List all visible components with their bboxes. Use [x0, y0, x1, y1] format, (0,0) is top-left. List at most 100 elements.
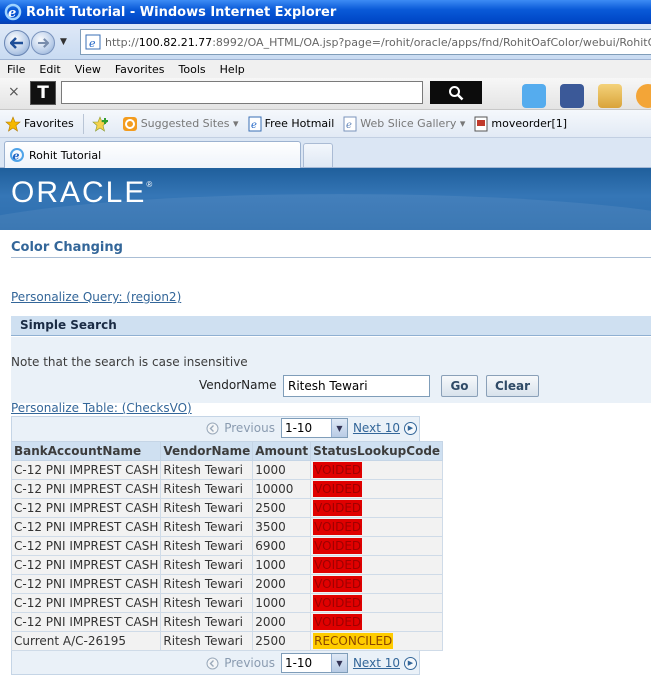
url-field[interactable]: e http://100.82.21.77:8992/OA_HTML/OA.js…: [80, 29, 651, 55]
pager-top: Previous 1-10 ▼ Next 10 ▶: [11, 417, 420, 439]
oracle-branding-header: ORACLE®: [0, 168, 651, 230]
bank-account-cell: Current A/C-26195: [10, 631, 162, 651]
facebook-icon[interactable]: [560, 84, 584, 108]
moveorder-label: moveorder[1]: [491, 117, 568, 130]
search-icon: [449, 85, 464, 100]
close-toolbar-icon[interactable]: ×: [8, 84, 20, 100]
star-icon: [5, 115, 21, 132]
next-link[interactable]: Next 10: [353, 421, 400, 435]
vendor-cell: Ritesh Tewari: [160, 498, 254, 518]
column-header-vendorname[interactable]: VendorName: [160, 441, 254, 461]
menu-tools[interactable]: Tools: [179, 63, 206, 76]
next-icon[interactable]: ▶: [404, 421, 417, 435]
status-cell: VOIDED: [310, 593, 444, 613]
tab-rohit-tutorial[interactable]: e Rohit Tutorial: [4, 141, 301, 168]
news-icon[interactable]: [598, 84, 622, 108]
add-star-icon: [91, 115, 108, 132]
toolbar-search-input[interactable]: [61, 81, 423, 104]
vendor-cell: Ritesh Tewari: [160, 593, 254, 613]
suggested-sites-link[interactable]: Suggested Sites ▾: [122, 116, 239, 132]
menu-file[interactable]: File: [7, 63, 25, 76]
amount-cell: 10000: [252, 479, 312, 499]
previous-icon: [206, 422, 219, 434]
separator: [82, 113, 84, 134]
arrow-left-icon: [10, 37, 23, 49]
amount-cell: 1000: [252, 460, 312, 480]
previous-link: Previous: [206, 656, 275, 670]
ie-tab-icon: e: [10, 148, 24, 163]
twitter-icon[interactable]: [522, 84, 546, 108]
previous-icon: [206, 657, 219, 669]
status-badge: VOIDED: [313, 614, 363, 630]
amount-cell: 1000: [252, 593, 312, 613]
personalize-query-link[interactable]: Personalize Query: (region2): [11, 290, 181, 304]
suggested-sites-label: Suggested Sites ▾: [140, 117, 239, 130]
go-button[interactable]: Go: [441, 375, 478, 397]
free-hotmail-link[interactable]: e Free Hotmail: [248, 116, 335, 132]
table-row: C-12 PNI IMPREST CASH Ritesh Tewari 1000…: [10, 479, 444, 499]
bank-account-cell: C-12 PNI IMPREST CASH: [10, 460, 162, 480]
suggested-sites-icon: [122, 116, 137, 131]
tab-label: Rohit Tutorial: [29, 148, 102, 162]
table-row: C-12 PNI IMPREST CASH Ritesh Tewari 1000…: [10, 460, 444, 480]
vendor-cell: Ritesh Tewari: [160, 631, 254, 651]
toolbar-search-button[interactable]: [430, 81, 482, 104]
vendor-cell: Ritesh Tewari: [160, 555, 254, 575]
column-header-bankaccountname[interactable]: BankAccountName: [10, 441, 162, 461]
table-row: Current A/C-26195 Ritesh Tewari 2500 REC…: [10, 631, 444, 651]
column-header-statuslookupcode[interactable]: StatusLookupCode: [310, 441, 444, 461]
svg-text:e: e: [346, 120, 352, 131]
amount-cell: 3500: [252, 517, 312, 537]
favorites-button[interactable]: Favorites: [5, 115, 74, 132]
range-select[interactable]: 1-10 ▼: [280, 418, 348, 438]
status-badge: VOIDED: [313, 481, 363, 497]
forward-button[interactable]: [31, 31, 55, 55]
search-toolbar: × T: [0, 78, 651, 110]
free-hotmail-label: Free Hotmail: [264, 117, 335, 130]
clear-button[interactable]: Clear: [486, 375, 539, 397]
status-cell: VOIDED: [310, 498, 444, 518]
new-tab-button[interactable]: [303, 143, 333, 167]
menu-help[interactable]: Help: [220, 63, 245, 76]
menu-view[interactable]: View: [75, 63, 101, 76]
status-badge: VOIDED: [313, 462, 363, 478]
svg-text:e: e: [13, 150, 20, 163]
vendor-cell: Ritesh Tewari: [160, 536, 254, 556]
recent-pages-dropdown-icon[interactable]: ▼: [60, 37, 67, 47]
next-link[interactable]: Next 10: [353, 656, 400, 670]
table-row: C-12 PNI IMPREST CASH Ritesh Tewari 1000…: [10, 555, 444, 575]
web-slice-gallery-link[interactable]: e Web Slice Gallery ▾: [343, 116, 465, 132]
tab-strip: e Rohit Tutorial: [0, 138, 651, 168]
table-row: C-12 PNI IMPREST CASH Ritesh Tewari 2000…: [10, 612, 444, 632]
ie-page-icon: e: [248, 116, 262, 131]
menu-favorites[interactable]: Favorites: [115, 63, 165, 76]
moveorder-link[interactable]: moveorder[1]: [474, 116, 567, 132]
vendor-cell: Ritesh Tewari: [160, 479, 254, 499]
page-icon: e: [85, 34, 101, 50]
add-favorite-button[interactable]: [91, 115, 113, 132]
amount-cell: 2000: [252, 612, 312, 632]
favorites-bar: Favorites Suggested Sites ▾ e Free Hotma…: [0, 110, 651, 138]
status-badge: VOIDED: [313, 576, 363, 592]
chevron-down-icon: ▼: [330, 654, 347, 672]
table-row: C-12 PNI IMPREST CASH Ritesh Tewari 2000…: [10, 574, 444, 594]
extra-toolbar-icon[interactable]: [636, 84, 651, 108]
vendor-cell: Ritesh Tewari: [160, 612, 254, 632]
status-cell: VOIDED: [310, 479, 444, 499]
personalize-table-link[interactable]: Personalize Table: (ChecksVO): [11, 401, 192, 415]
arrow-right-icon: [38, 38, 49, 48]
window-title: Rohit Tutorial - Windows Internet Explor…: [26, 4, 337, 20]
vendor-name-label: VendorName: [199, 378, 277, 392]
status-cell: RECONCILED: [310, 631, 444, 651]
range-select[interactable]: 1-10 ▼: [280, 653, 348, 673]
previous-label: Previous: [224, 421, 275, 435]
next-icon[interactable]: ▶: [404, 656, 417, 670]
url-prefix: http://: [105, 35, 139, 49]
back-button[interactable]: [4, 30, 30, 56]
status-cell: VOIDED: [310, 536, 444, 556]
menu-edit[interactable]: Edit: [39, 63, 60, 76]
toolbar-logo: T: [30, 81, 56, 105]
vendor-name-input[interactable]: [283, 375, 430, 397]
column-header-amount[interactable]: Amount: [252, 441, 312, 461]
search-note: Note that the search is case insensitive: [11, 355, 248, 369]
